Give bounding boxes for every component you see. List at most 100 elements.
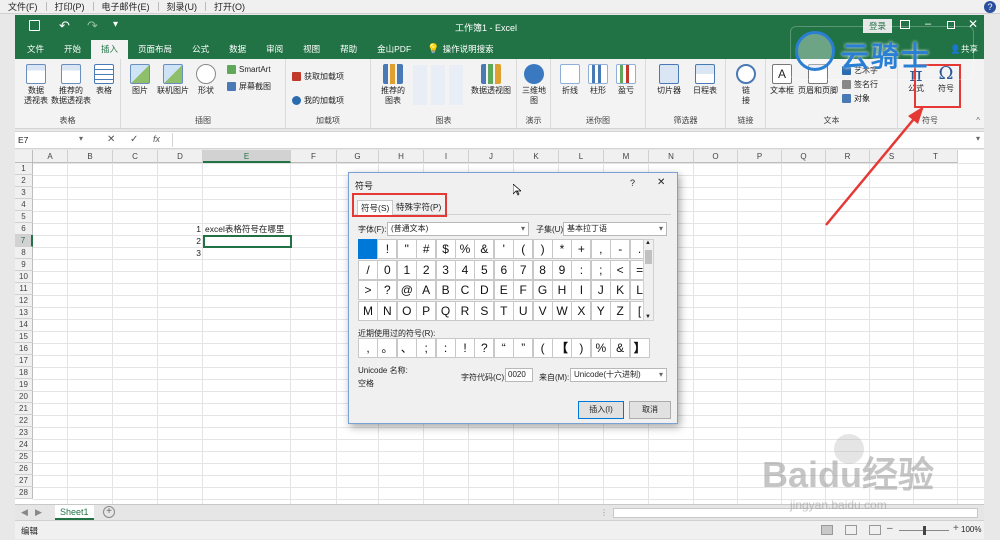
- zoom-slider[interactable]: [899, 526, 949, 535]
- recent-symbol-cell[interactable]: ?: [474, 338, 495, 358]
- symbol-cell[interactable]: C: [455, 280, 475, 300]
- row-header-12[interactable]: 12: [15, 295, 33, 307]
- tell-me-search[interactable]: 操作说明搜索: [443, 40, 494, 59]
- column-header-p[interactable]: P: [738, 150, 782, 163]
- recent-symbol-cell[interactable]: 】: [629, 338, 650, 358]
- symbol-cell[interactable]: 4: [455, 259, 475, 280]
- recent-symbol-cell[interactable]: ,: [358, 338, 378, 358]
- top-menu-item[interactable]: 刻录(U): [159, 0, 206, 13]
- row-header-2[interactable]: 2: [15, 175, 33, 187]
- slicer-button[interactable]: 切片器: [652, 64, 686, 96]
- symbol-cell[interactable]: J: [590, 280, 611, 300]
- symbol-cell[interactable]: ?: [377, 280, 398, 300]
- prev-sheet-icon[interactable]: ◀: [21, 507, 28, 518]
- recent-symbol-cell[interactable]: 。: [377, 338, 398, 358]
- pivot-table-button[interactable]: 数据 透视表: [21, 64, 51, 106]
- column-header-k[interactable]: K: [514, 150, 559, 163]
- symbol-cell[interactable]: +: [571, 239, 592, 259]
- recent-symbol-cell[interactable]: :: [435, 338, 456, 358]
- symbol-cell[interactable]: W: [552, 300, 572, 321]
- 3d-map-button[interactable]: 三维地 图: [519, 64, 549, 106]
- row-header-7[interactable]: 7: [15, 235, 33, 247]
- top-menu-item[interactable]: 打开(O): [206, 0, 253, 13]
- zoom-level[interactable]: 100%: [961, 525, 981, 534]
- row-header-14[interactable]: 14: [15, 319, 33, 331]
- recent-symbol-cell[interactable]: ): [571, 338, 592, 358]
- symbol-cell[interactable]: >: [358, 280, 378, 300]
- symbol-cell[interactable]: ;: [590, 259, 611, 280]
- recent-symbol-cell[interactable]: “: [493, 338, 514, 358]
- tab-9[interactable]: 金山PDF: [367, 40, 421, 59]
- recommended-pivot-button[interactable]: 推荐的 数据透视表: [51, 64, 91, 106]
- cancel-button[interactable]: 取消: [629, 401, 671, 419]
- symbol-cell[interactable]: (: [513, 239, 534, 259]
- recent-symbol-cell[interactable]: !: [455, 338, 475, 358]
- symbol-cell[interactable]: Y: [590, 300, 611, 321]
- name-box-dropdown-icon[interactable]: ▾: [79, 134, 83, 143]
- column-header-f[interactable]: F: [291, 150, 337, 163]
- symbol-cell[interactable]: O: [396, 300, 417, 321]
- symbol-cell[interactable]: 1: [396, 259, 417, 280]
- column-header-l[interactable]: L: [559, 150, 604, 163]
- shapes-button[interactable]: 形状: [193, 64, 219, 96]
- row-header-10[interactable]: 10: [15, 271, 33, 283]
- get-addins-button[interactable]: 获取加载项: [292, 71, 344, 82]
- row-header-21[interactable]: 21: [15, 403, 33, 415]
- help-icon[interactable]: ?: [984, 1, 996, 13]
- column-header-i[interactable]: I: [424, 150, 469, 163]
- row-header-19[interactable]: 19: [15, 379, 33, 391]
- cell-d6[interactable]: 1: [158, 223, 203, 235]
- symbol-cell[interactable]: M: [358, 300, 378, 321]
- symbol-cell[interactable]: 6: [493, 259, 514, 280]
- signature-line-button[interactable]: 签名行: [842, 79, 878, 90]
- row-header-6[interactable]: 6: [15, 223, 33, 235]
- recent-symbol-cell[interactable]: ”: [513, 338, 534, 358]
- row-header-11[interactable]: 11: [15, 283, 33, 295]
- row-header-3[interactable]: 3: [15, 187, 33, 199]
- next-sheet-icon[interactable]: ▶: [35, 507, 42, 518]
- sparkline-column-button[interactable]: 柱形: [585, 64, 611, 96]
- symbol-cell[interactable]: I: [571, 280, 592, 300]
- char-code-input[interactable]: 0020: [505, 368, 533, 382]
- symbol-cell[interactable]: #: [416, 239, 437, 259]
- column-header-g[interactable]: G: [337, 150, 379, 163]
- row-header-23[interactable]: 23: [15, 427, 33, 439]
- scroll-up-icon[interactable]: ▲: [645, 240, 651, 246]
- top-menu-item[interactable]: 电子邮件(E): [94, 0, 158, 13]
- dialog-help-button[interactable]: ?: [630, 178, 635, 188]
- row-header-20[interactable]: 20: [15, 391, 33, 403]
- symbol-cell[interactable]: A: [416, 280, 437, 300]
- sparkline-winloss-button[interactable]: 盈亏: [613, 64, 639, 96]
- page-layout-view-icon[interactable]: [845, 525, 857, 535]
- my-addins-button[interactable]: 我的加载项: [292, 95, 344, 106]
- row-header-9[interactable]: 9: [15, 259, 33, 271]
- ribbon-collapse-icon[interactable]: ^: [976, 116, 980, 125]
- symbol-cell[interactable]: ': [493, 239, 514, 259]
- add-sheet-icon[interactable]: +: [103, 506, 115, 518]
- zoom-thumb[interactable]: [923, 526, 926, 535]
- tab-4[interactable]: 公式: [182, 40, 219, 59]
- symbol-cell[interactable]: B: [435, 280, 456, 300]
- symbol-grid-scrollbar[interactable]: ▲ ▼: [643, 239, 654, 321]
- symbol-cell[interactable]: E: [493, 280, 514, 300]
- tab-5[interactable]: 数据: [219, 40, 256, 59]
- recent-symbol-cell[interactable]: 【: [552, 338, 572, 358]
- select-all-corner[interactable]: [15, 150, 33, 163]
- symbol-cell[interactable]: U: [513, 300, 534, 321]
- scroll-thumb[interactable]: [645, 250, 652, 264]
- cell-d8[interactable]: 3: [158, 247, 203, 259]
- page-break-view-icon[interactable]: [869, 525, 881, 535]
- symbol-cell[interactable]: Q: [435, 300, 456, 321]
- symbol-cell[interactable]: [358, 239, 378, 259]
- tab-6[interactable]: 审阅: [256, 40, 293, 59]
- picture-button[interactable]: 图片: [127, 64, 153, 96]
- formula-expand-icon[interactable]: ▾: [976, 134, 980, 143]
- column-header-d[interactable]: D: [158, 150, 203, 163]
- symbol-cell[interactable]: @: [396, 280, 417, 300]
- symbol-cell[interactable]: G: [532, 280, 553, 300]
- symbol-cell[interactable]: P: [416, 300, 437, 321]
- tab-8[interactable]: 帮助: [330, 40, 367, 59]
- symbol-cell[interactable]: 3: [435, 259, 456, 280]
- symbol-cell[interactable]: 9: [552, 259, 572, 280]
- recent-symbol-cell[interactable]: 、: [396, 338, 417, 358]
